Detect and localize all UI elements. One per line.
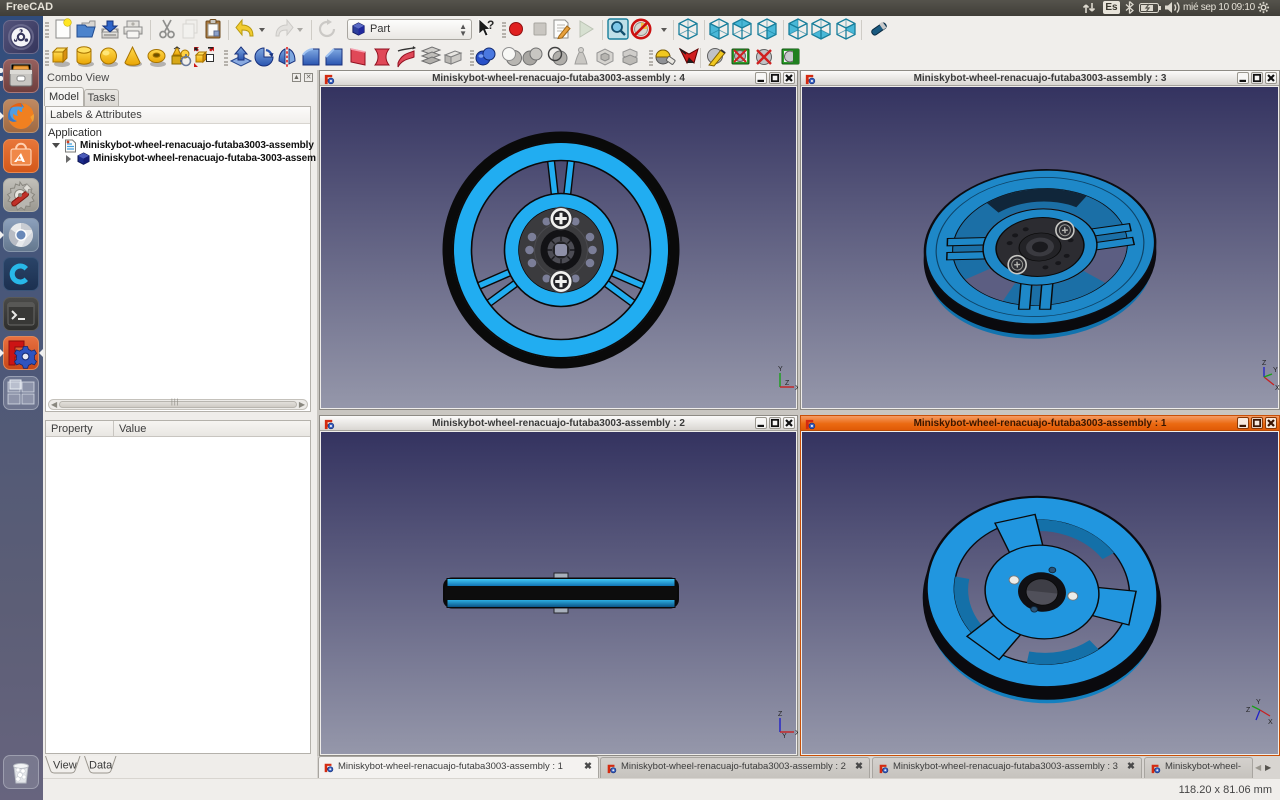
svg-text:X: X (1275, 385, 1280, 392)
svg-text:Z: Z (778, 711, 783, 718)
svg-text:X: X (795, 730, 798, 737)
svg-text:?: ? (487, 18, 494, 32)
svg-text:Z: Z (1246, 707, 1251, 714)
svg-text:Data: Data (89, 760, 113, 772)
svg-text:Z: Z (1262, 360, 1267, 367)
svg-text:Y: Y (1273, 367, 1278, 374)
svg-text:X: X (1268, 719, 1273, 726)
svg-text:Y: Y (1256, 699, 1261, 706)
svg-text:View: View (53, 760, 77, 772)
svg-text:Y: Y (778, 366, 783, 373)
svg-text:X: X (795, 385, 798, 392)
svg-text:Z: Z (785, 380, 790, 387)
svg-text:Y: Y (782, 733, 787, 740)
